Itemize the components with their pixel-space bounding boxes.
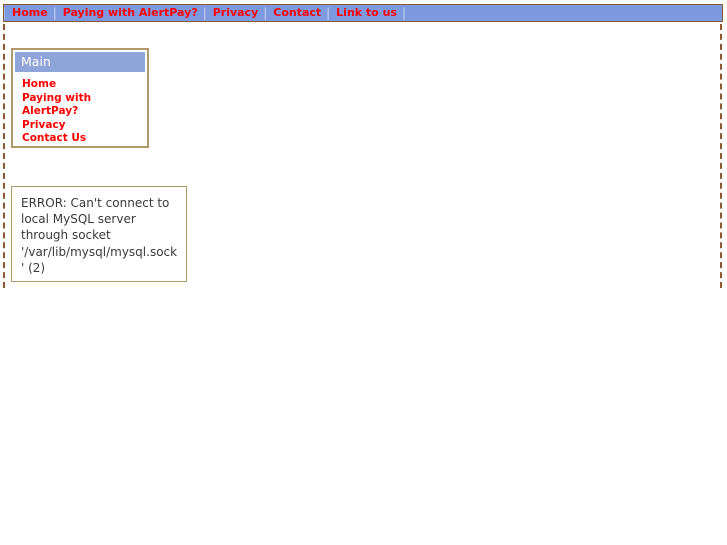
- sidebar-item-paying-with-alertpay[interactable]: Paying with AlertPay?: [22, 92, 134, 119]
- error-message-text: ERROR: Can't connect to local MySQL serv…: [21, 196, 178, 275]
- nav-link-contact[interactable]: Contact: [266, 5, 328, 21]
- sidebar-item-contact-us[interactable]: Contact Us: [22, 132, 134, 146]
- nav-link-privacy[interactable]: Privacy: [206, 5, 266, 21]
- nav-link-link-to-us[interactable]: Link to us: [329, 5, 404, 21]
- sidebar-item-privacy[interactable]: Privacy: [22, 119, 134, 133]
- sidebar-title: Main: [21, 54, 51, 69]
- nav-link-home[interactable]: Home: [5, 5, 55, 21]
- sidebar-header: Main: [15, 52, 145, 72]
- error-message-panel: ERROR: Can't connect to local MySQL serv…: [11, 186, 187, 282]
- sidebar-menu-panel: Main Home Paying with AlertPay? Privacy …: [11, 48, 149, 148]
- nav-link-paying-with-alertpay[interactable]: Paying with AlertPay?: [56, 5, 205, 21]
- top-navigation-bar: Home Paying with AlertPay? Privacy Conta…: [3, 4, 723, 22]
- sidebar-link-list: Home Paying with AlertPay? Privacy Conta…: [13, 72, 147, 146]
- sidebar-item-home[interactable]: Home: [22, 78, 134, 92]
- nav-separator: [404, 5, 405, 21]
